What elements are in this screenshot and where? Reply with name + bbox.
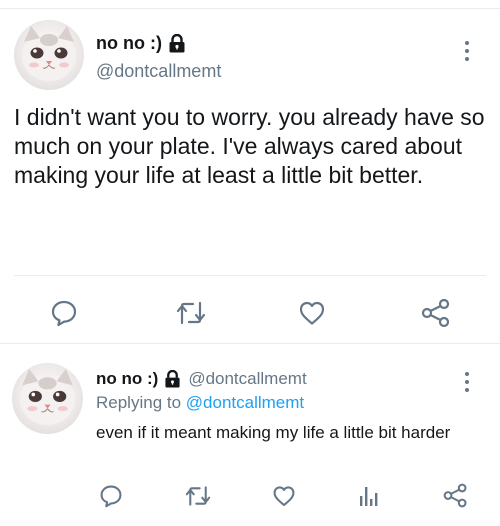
kitten-avatar-image [20,369,75,425]
share-icon[interactable] [421,298,451,328]
lock-icon [168,33,186,53]
display-name[interactable]: no no :) [96,369,158,389]
display-name[interactable]: no no :) [96,33,162,54]
retweet-icon[interactable] [176,299,206,327]
avatar[interactable] [14,20,84,90]
replying-to-line: Replying to @dontcallmemt [96,393,304,413]
main-tweet: no no :) @dontcallmemt I didn't want you… [0,9,500,343]
replying-to-mention[interactable]: @dontcallmemt [186,393,304,412]
display-name-row: no no :) [96,33,186,54]
kitten-avatar-image [22,26,76,81]
reply-tweet: no no :) @dontcallmemt Replying to @dont… [0,344,500,526]
replying-to-label: Replying to [96,393,182,412]
like-icon[interactable] [272,484,296,508]
more-options-icon[interactable] [460,370,474,394]
stats-icon[interactable] [358,484,380,508]
tweet-text: even if it meant making my life a little… [96,423,451,442]
share-icon[interactable] [443,483,468,508]
tweet-divider [14,275,486,276]
tweet-text: I didn't want you to worry. you already … [14,104,485,188]
retweet-icon[interactable] [185,484,211,508]
handle[interactable]: @dontcallmemt [96,61,221,82]
top-divider [0,0,500,9]
like-icon[interactable] [298,299,326,327]
reply-icon[interactable] [50,299,78,327]
more-options-icon[interactable] [460,39,474,63]
reply-header: no no :) @dontcallmemt [96,369,307,389]
reply-icon[interactable] [99,484,123,508]
lock-icon [164,369,182,389]
handle[interactable]: @dontcallmemt [188,369,306,389]
avatar[interactable] [12,363,83,434]
